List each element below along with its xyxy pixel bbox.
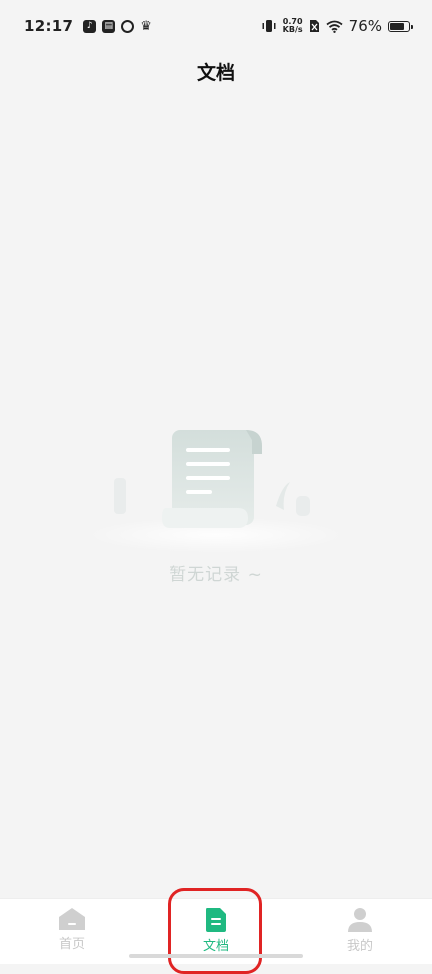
battery-icon [388,20,413,32]
sync-app-icon [121,19,135,33]
wifi-icon [326,20,343,33]
tiktok-icon: ♪ [83,19,97,33]
net-speed-unit: KB/s [282,25,303,34]
battery-fill [390,22,404,30]
tab-home[interactable]: 首页 [12,907,132,952]
no-sim-icon [309,20,319,32]
empty-state: 暂无记录 ~ [0,420,432,585]
home-icon [59,908,85,930]
empty-message: 暂无记录 ~ [169,565,263,585]
status-bar: 12:17 ♪ ▤ ♛ 0.70 KB/s 76% [0,0,432,52]
vibrate-icon [262,20,276,32]
net-speed: 0.70 KB/s [283,18,303,34]
document-icon [206,908,226,932]
calendar-icon: ▤ [102,19,116,33]
empty-document-illustration [86,430,346,553]
crown-icon: ♛ [140,18,152,34]
status-time: 12:17 [24,17,74,35]
tab-profile[interactable]: 我的 [300,907,420,954]
battery-percent: 76% [348,17,382,35]
status-bar-right: 0.70 KB/s 76% [261,17,413,35]
tab-documents[interactable]: 文档 [156,907,276,954]
page-title: 文档 [196,62,235,84]
home-indicator[interactable] [129,954,303,958]
tab-profile-label: 我的 [346,939,373,954]
status-bar-left: 12:17 ♪ ▤ ♛ [24,17,152,35]
tab-home-label: 首页 [58,937,85,952]
tab-documents-label: 文档 [202,939,229,954]
profile-icon [348,908,372,932]
